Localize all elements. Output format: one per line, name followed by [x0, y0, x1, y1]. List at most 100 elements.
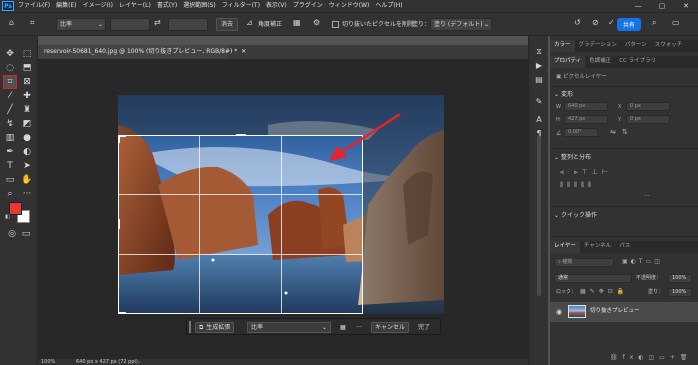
object-select-tool-icon[interactable]: ⬒ [21, 62, 33, 74]
contextbar-ratio-select[interactable]: 比率 ⌄ [247, 322, 331, 333]
more-align-button[interactable]: ··· [644, 194, 650, 200]
tab-patterns[interactable]: パターン [621, 40, 651, 52]
hand-tool-icon[interactable]: ✋ [21, 174, 33, 186]
eyedropper-tool-icon[interactable]: ⁄ [4, 90, 16, 102]
align-section-title[interactable]: ⌄ 整列と分布 [554, 155, 591, 161]
swap-icon[interactable]: ⇄ [154, 19, 161, 27]
tab-gradients[interactable]: グラデーション [575, 40, 621, 52]
delete-cropped-label[interactable]: 切り抜いたピクセルを削除 [342, 22, 414, 28]
blur-tool-icon[interactable]: ● [21, 132, 33, 144]
tab-color[interactable]: カラー [550, 40, 575, 52]
scrollbar[interactable] [537, 136, 541, 296]
transform-angle-field[interactable]: 0.00° [564, 128, 598, 137]
fill-select[interactable]: 塗り (デフォルト) ⌄ [430, 18, 492, 31]
layer-name[interactable]: 切り抜きプレビュー [590, 308, 640, 315]
move-tool-icon[interactable]: ✥ [4, 48, 16, 60]
artboard-tool-icon[interactable]: ⬚ [21, 48, 33, 60]
tab-layers[interactable]: レイヤー [550, 241, 580, 253]
brush-tool-icon[interactable]: ╱ [4, 104, 16, 116]
menu-image[interactable]: イメージ(I) [83, 3, 113, 9]
commit-crop-icon[interactable]: ✓ [608, 19, 615, 27]
reset-icon[interactable]: ↺ [574, 19, 581, 27]
close-icon[interactable]: ✕ [241, 48, 246, 55]
flip-horizontal-icon[interactable]: ⇋ [610, 128, 616, 136]
delete-cropped-checkbox[interactable] [332, 21, 339, 28]
actions-icon[interactable]: ▶ [533, 60, 545, 72]
visibility-eye-icon[interactable]: ◉ [556, 308, 562, 316]
cancel-crop-icon[interactable]: ⊘ [592, 19, 599, 27]
menu-view[interactable]: 表示(V) [266, 3, 287, 9]
lasso-tool-icon[interactable]: ◌ [4, 62, 16, 74]
quick-actions-section-title[interactable]: ⌄ クイック操作 [554, 213, 597, 219]
menu-select[interactable]: 選択範囲(S) [183, 3, 216, 9]
transform-section-title[interactable]: ⌄ 変形 [554, 92, 573, 98]
tab-channels[interactable]: チャンネル [580, 241, 615, 253]
history-icon[interactable]: ⧖ [533, 46, 545, 58]
tab-cc-libraries[interactable]: CC ライブラリ [615, 56, 660, 68]
frame-tool-icon[interactable]: ⊠ [21, 76, 33, 88]
tab-paths[interactable]: パス [615, 241, 634, 253]
layer-actions-row[interactable]: ⛓fx◐◫▭+🗑 [610, 354, 693, 361]
default-colors-icon[interactable]: ◧ [4, 214, 11, 221]
type-tool-icon[interactable]: T [4, 160, 16, 172]
transform-x-field[interactable]: 0 px [626, 102, 670, 111]
home-icon[interactable]: ⌂ [9, 19, 14, 27]
crop-tool-preset-icon[interactable]: ⌗ [30, 19, 35, 27]
maximize-button[interactable]: ▢ [650, 0, 674, 12]
brush-settings-icon[interactable]: ✎ [533, 96, 545, 108]
transform-y-field[interactable]: 0 px [626, 115, 670, 124]
ratio-select[interactable]: 比率 ⌄ [56, 18, 106, 31]
layer-filter-icons[interactable]: ▣◐T▭◫ [622, 258, 663, 265]
spot-healing-tool-icon[interactable]: ✚ [21, 90, 33, 102]
chevron-right-icon[interactable]: › [138, 360, 140, 365]
menu-file[interactable]: ファイル(F) [18, 3, 50, 9]
menu-layer[interactable]: レイヤー(L) [119, 3, 151, 9]
tab-swatches[interactable]: スウォッチ [651, 40, 687, 52]
gradient-tool-icon[interactable]: ▥ [4, 132, 16, 144]
workspace-icon[interactable]: ▭ [672, 19, 680, 27]
menu-help[interactable]: ヘルプ(H) [375, 3, 402, 9]
ratio-height-input[interactable] [168, 18, 208, 31]
more-tools-icon[interactable]: ··· [21, 188, 33, 200]
transform-height-field[interactable]: 427 px [564, 115, 608, 124]
clear-button[interactable]: 消去 [216, 18, 239, 31]
overlay-options-icon[interactable]: ▦ [337, 322, 349, 333]
menu-window[interactable]: ウィンドウ(W) [329, 3, 370, 9]
transform-width-field[interactable]: 640 px [564, 102, 608, 111]
comments-icon[interactable]: ▤ [533, 74, 545, 86]
layer-row[interactable]: ◉ 切り抜きプレビュー [550, 302, 698, 322]
menu-filter[interactable]: フィルター(T) [222, 3, 260, 9]
straighten-label[interactable]: 角度補正 [258, 22, 282, 28]
path-select-tool-icon[interactable]: ➤ [21, 160, 33, 172]
crop-handle-bottom-left[interactable] [118, 312, 126, 314]
generative-expand-button[interactable]: ⧉ 生成拡張 [195, 322, 235, 333]
fill-opacity-field[interactable]: 100% [668, 288, 692, 297]
zoom-level[interactable]: 100% [41, 360, 55, 365]
distribute-icons-row[interactable]: ⫴⫴⫴⫴⫴ [560, 181, 595, 190]
align-icons-row[interactable]: ⫷⫶⫸⊤⊥⊢ [560, 168, 612, 177]
blend-mode-select[interactable]: 通常 [554, 274, 632, 283]
lock-icons[interactable]: ▦✎✥⊡🔒 [580, 288, 628, 295]
document-tab[interactable]: reservoir-50681_640.jpg @ 100% (切り抜きプレビュ… [38, 45, 246, 59]
tab-adjustments[interactable]: 色調補正 [585, 56, 615, 68]
minimize-button[interactable]: — [626, 0, 650, 12]
menu-edit[interactable]: 編集(E) [56, 3, 76, 9]
crop-handle-left[interactable] [118, 219, 120, 229]
character-icon[interactable]: A [533, 114, 545, 126]
close-button[interactable]: ✕ [674, 0, 698, 12]
layer-filter-select[interactable]: ⌕ 種類 [554, 258, 614, 267]
eraser-tool-icon[interactable]: ◩ [21, 118, 33, 130]
pen-tool-icon[interactable]: ✒ [4, 146, 16, 158]
quick-mask-icon[interactable]: ◎ [6, 228, 18, 240]
flip-vertical-icon[interactable]: ⇅ [622, 128, 628, 136]
history-brush-tool-icon[interactable]: ↯ [4, 118, 16, 130]
crop-handle-top-left[interactable] [118, 135, 120, 143]
cancel-button[interactable]: キャンセル [371, 322, 410, 333]
zoom-tool-icon[interactable]: ⌕ [4, 188, 16, 200]
crop-tool-icon[interactable]: ⌗ [3, 75, 17, 89]
opacity-field[interactable]: 100% [668, 274, 692, 283]
drag-handle[interactable] [189, 321, 191, 333]
clone-stamp-tool-icon[interactable]: ♜ [21, 104, 33, 116]
tab-properties[interactable]: プロパティ [550, 56, 586, 68]
menu-type[interactable]: 書式(Y) [157, 3, 177, 9]
